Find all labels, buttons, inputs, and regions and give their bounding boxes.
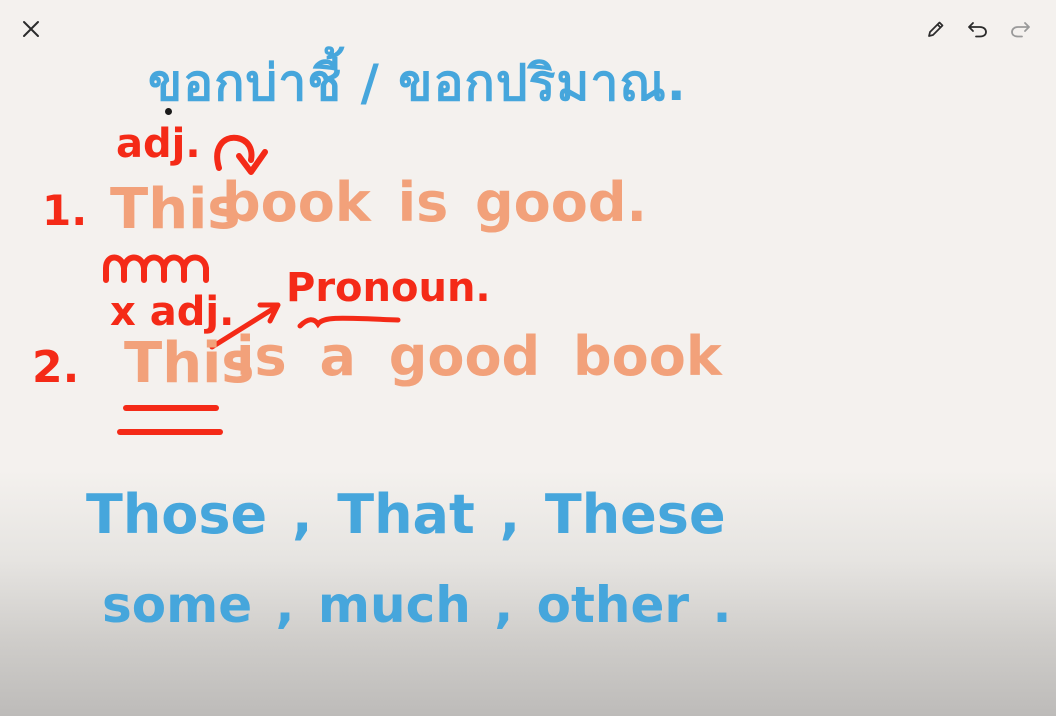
examples-line-1: Those , That , These: [86, 483, 726, 546]
line1-sentence-rest: book is good.: [222, 171, 648, 234]
line1-number: 1.: [42, 186, 88, 235]
redo-icon: [1011, 22, 1030, 38]
pencil-icon: [928, 21, 944, 37]
undo-button[interactable]: [960, 11, 996, 47]
adj-label: adj.: [116, 121, 201, 167]
line2-sentence-rest: is a good book: [236, 325, 722, 388]
close-button[interactable]: [13, 11, 49, 47]
heading-text: ขอกบ่าชี้ / ขอกปริมาณ.: [148, 54, 687, 112]
ink-dot: [165, 108, 172, 115]
double-underline: [117, 405, 223, 435]
close-icon: [23, 21, 39, 37]
examples-line-2: some , much , other .: [102, 576, 732, 634]
line2-number: 2.: [32, 342, 80, 393]
pen-tool-button[interactable]: [918, 11, 954, 47]
wavy-underline: [103, 254, 209, 283]
line1-word-this: This: [110, 177, 241, 242]
undo-icon: [968, 22, 987, 38]
pronoun-label: Pronoun.: [286, 265, 491, 311]
redo-button[interactable]: [1002, 11, 1038, 47]
line2-word-this: This: [124, 331, 255, 396]
